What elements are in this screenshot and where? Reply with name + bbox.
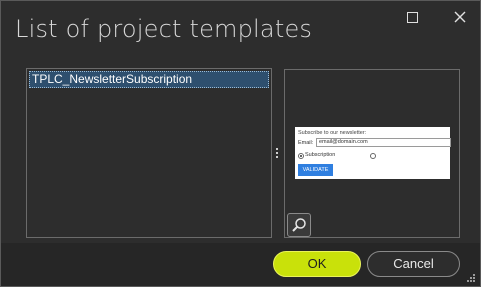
zoom-preview-button[interactable]	[287, 213, 311, 237]
dialog-title: List of project templates	[15, 15, 313, 43]
magnifier-icon	[292, 218, 306, 232]
project-templates-dialog: List of project templates TPLC_Newslette…	[0, 0, 481, 287]
preview-validate-button: VALIDATE	[298, 164, 333, 176]
splitter-dot	[276, 148, 278, 150]
template-preview-pane: Subscribe to our newsletter: Email: emai…	[284, 69, 460, 238]
ok-button[interactable]: OK	[273, 251, 361, 277]
cancel-button[interactable]: Cancel	[367, 251, 460, 277]
preview-radio-unselected	[370, 153, 376, 159]
maximize-button[interactable]	[401, 7, 423, 27]
template-preview-image: Subscribe to our newsletter: Email: emai…	[295, 127, 451, 179]
splitter-dot	[276, 152, 278, 154]
splitter-dot	[276, 156, 278, 158]
dialog-footer: OK Cancel	[1, 243, 480, 286]
resize-grip-icon[interactable]	[466, 273, 476, 283]
close-button[interactable]	[449, 7, 471, 27]
template-list[interactable]: TPLC_NewsletterSubscription	[26, 68, 272, 238]
preview-heading: Subscribe to our newsletter:	[298, 130, 367, 136]
pane-splitter[interactable]	[275, 148, 279, 160]
preview-email-field: email@domain.com	[316, 138, 451, 147]
maximize-icon	[406, 11, 418, 23]
preview-radio-selected	[298, 153, 304, 159]
template-list-item[interactable]: TPLC_NewsletterSubscription	[29, 71, 269, 88]
preview-email-label: Email:	[298, 140, 314, 146]
preview-radio-label: Subscription	[305, 152, 336, 158]
close-icon	[454, 11, 466, 23]
